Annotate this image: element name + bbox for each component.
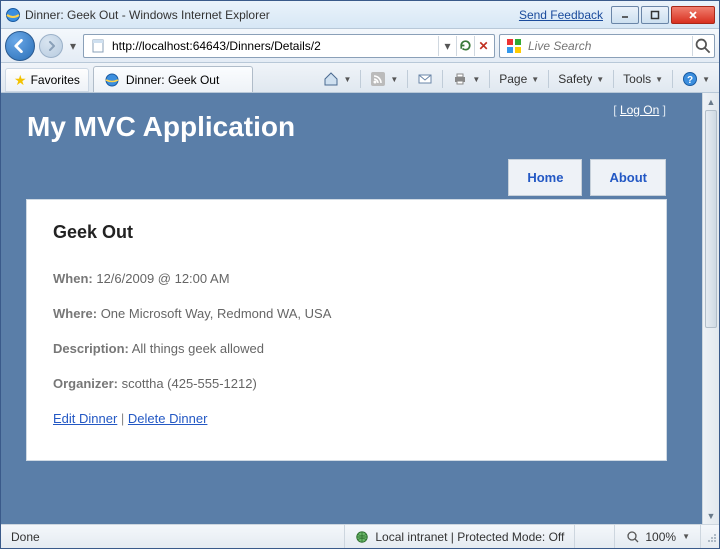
command-toolbar: ▼ ▼ ▼ Page▼ Safety▼ Tools▼ ?▼ <box>318 66 715 92</box>
address-bar: ▾ ✕ <box>83 34 495 58</box>
ie-tab-icon <box>104 72 120 88</box>
search-input[interactable] <box>526 36 692 56</box>
favorites-button[interactable]: ★ Favorites <box>5 68 89 92</box>
globe-icon <box>355 530 369 544</box>
maximize-button[interactable] <box>641 6 669 24</box>
nav-history-dropdown[interactable]: ▾ <box>67 34 79 58</box>
tabs-row: ★ Favorites Dinner: Geek Out ▼ ▼ ▼ <box>1 63 719 93</box>
dinner-actions: Edit Dinner | Delete Dinner <box>53 411 640 426</box>
status-text: Done <box>1 525 345 548</box>
scroll-track[interactable] <box>703 110 719 507</box>
safety-menu[interactable]: Safety▼ <box>553 67 609 91</box>
nav-row: ▾ ▾ ✕ <box>1 29 719 63</box>
ie-icon <box>5 7 21 23</box>
edit-dinner-link[interactable]: Edit Dinner <box>53 411 117 426</box>
nav-home[interactable]: Home <box>508 159 582 196</box>
send-feedback-link[interactable]: Send Feedback <box>519 8 603 22</box>
page-body: [ Log On ] My MVC Application Home About… <box>1 93 702 524</box>
address-dropdown[interactable]: ▾ <box>438 36 456 56</box>
status-progress <box>575 525 615 548</box>
minimize-button[interactable] <box>611 6 639 24</box>
logon-link[interactable]: Log On <box>620 103 659 117</box>
zoom-control[interactable]: 100% ▼ <box>615 525 701 548</box>
scroll-thumb[interactable] <box>705 110 717 328</box>
resize-grip[interactable] <box>701 529 719 545</box>
refresh-button[interactable] <box>456 36 474 56</box>
app-title: My MVC Application <box>27 111 682 143</box>
search-button[interactable] <box>692 36 712 56</box>
separator <box>360 70 361 88</box>
home-button[interactable]: ▼ <box>318 67 356 91</box>
favorites-label: Favorites <box>31 73 80 87</box>
content-card: Geek Out When: 12/6/2009 @ 12:00 AM Wher… <box>27 200 666 460</box>
page-menu[interactable]: Page▼ <box>494 67 544 91</box>
search-bar <box>499 34 715 58</box>
live-search-icon <box>506 38 522 54</box>
separator <box>672 70 673 88</box>
titlebar: Dinner: Geek Out - Windows Internet Expl… <box>1 1 719 29</box>
back-button[interactable] <box>5 31 35 61</box>
dinner-organizer: Organizer: scottha (425-555-1212) <box>53 376 640 391</box>
help-button[interactable]: ?▼ <box>677 67 715 91</box>
scroll-down-button[interactable]: ▼ <box>703 507 719 524</box>
read-mail-button[interactable] <box>412 67 438 91</box>
browser-tab[interactable]: Dinner: Geek Out <box>93 66 253 92</box>
separator <box>442 70 443 88</box>
dinner-heading: Geek Out <box>53 222 640 243</box>
separator <box>548 70 549 88</box>
dinner-description: Description: All things geek allowed <box>53 341 640 356</box>
forward-button[interactable] <box>39 34 63 58</box>
feeds-button[interactable]: ▼ <box>365 67 403 91</box>
separator <box>407 70 408 88</box>
vertical-scrollbar[interactable]: ▲ ▼ <box>702 93 719 524</box>
tools-menu[interactable]: Tools▼ <box>618 67 668 91</box>
page-icon <box>90 38 106 54</box>
status-bar: Done Local intranet | Protected Mode: Of… <box>1 524 719 548</box>
window-title: Dinner: Geek Out - Windows Internet Expl… <box>25 8 270 22</box>
stop-button[interactable]: ✕ <box>474 36 492 56</box>
nav-about[interactable]: About <box>590 159 666 196</box>
viewport: [ Log On ] My MVC Application Home About… <box>1 93 719 524</box>
security-zone[interactable]: Local intranet | Protected Mode: Off <box>345 525 575 548</box>
star-icon: ★ <box>14 72 27 89</box>
delete-dinner-link[interactable]: Delete Dinner <box>128 411 208 426</box>
nav-tabs: Home About <box>21 159 666 196</box>
dinner-when: When: 12/6/2009 @ 12:00 AM <box>53 271 640 286</box>
separator <box>489 70 490 88</box>
svg-text:?: ? <box>687 75 693 86</box>
login-area: [ Log On ] <box>613 103 666 117</box>
close-button[interactable] <box>671 6 715 24</box>
separator <box>613 70 614 88</box>
window-buttons <box>611 6 715 24</box>
address-input[interactable] <box>110 36 438 56</box>
ie-window: Dinner: Geek Out - Windows Internet Expl… <box>0 0 720 549</box>
dinner-where: Where: One Microsoft Way, Redmond WA, US… <box>53 306 640 321</box>
tab-title: Dinner: Geek Out <box>126 73 219 87</box>
print-button[interactable]: ▼ <box>447 67 485 91</box>
zoom-icon <box>625 529 641 545</box>
scroll-up-button[interactable]: ▲ <box>703 93 719 110</box>
